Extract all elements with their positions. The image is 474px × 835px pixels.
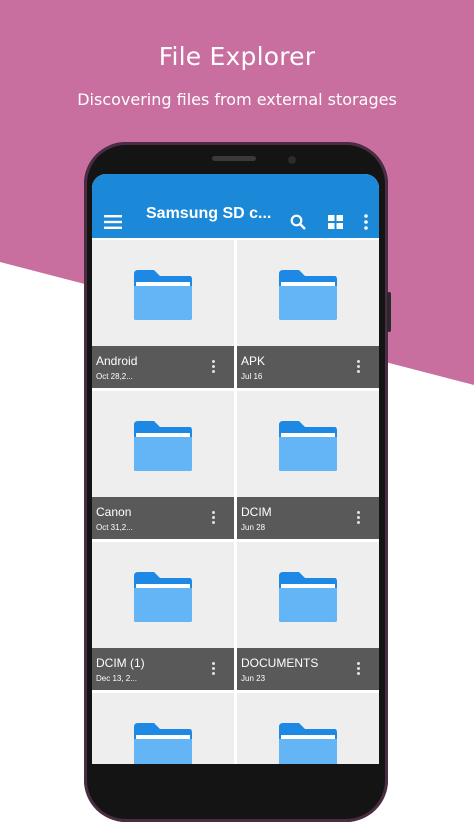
folder-icon: [134, 421, 192, 471]
folder-tile[interactable]: APK Jul 16: [237, 240, 379, 388]
folder-icon: [279, 572, 337, 622]
folder-tile[interactable]: [92, 693, 234, 764]
more-vert-icon[interactable]: [355, 360, 361, 376]
folder-tile[interactable]: Canon Oct 31,2...: [92, 391, 234, 539]
folder-tile[interactable]: Android Oct 28,2...: [92, 240, 234, 388]
more-vert-icon[interactable]: [210, 360, 216, 376]
page-subtitle: Discovering files from external storages: [77, 90, 397, 109]
phone-camera: [288, 156, 296, 164]
folder-date: Oct 31,2...: [96, 523, 133, 532]
folder-icon: [279, 723, 337, 764]
phone-frame: Samsung SD c... Android Oct 28,2... APK …: [84, 142, 391, 822]
folder-icon: [134, 270, 192, 320]
folder-date: Jun 23: [241, 674, 266, 683]
folder-tile[interactable]: [237, 693, 379, 764]
folder-tile[interactable]: DOCUMENTS Jun 23: [237, 542, 379, 690]
folder-tile[interactable]: DCIM (1) Dec 13, 2...: [92, 542, 234, 690]
file-grid: Android Oct 28,2... APK Jul 16 Canon Oct…: [92, 240, 379, 764]
folder-icon: [134, 723, 192, 764]
folder-name: DCIM: [241, 505, 272, 519]
folder-date: Jul 16: [241, 372, 263, 381]
folder-icon: [134, 572, 192, 622]
folder-name: DCIM (1): [96, 656, 145, 670]
folder-caption: DCIM (1) Dec 13, 2...: [92, 648, 234, 690]
folder-date: Dec 13, 2...: [96, 674, 137, 683]
phone-speaker: [212, 156, 256, 161]
folder-caption: DOCUMENTS Jun 23: [237, 648, 379, 690]
folder-icon: [279, 421, 337, 471]
folder-tile[interactable]: DCIM Jun 28: [237, 391, 379, 539]
folder-icon: [279, 270, 337, 320]
folder-caption: Android Oct 28,2...: [92, 346, 234, 388]
more-vert-icon[interactable]: [355, 511, 361, 527]
folder-name: DOCUMENTS: [241, 656, 319, 670]
folder-date: Oct 28,2...: [96, 372, 133, 381]
phone-screen: Samsung SD c... Android Oct 28,2... APK …: [92, 174, 379, 764]
page-title: File Explorer: [158, 42, 316, 71]
folder-caption: DCIM Jun 28: [237, 497, 379, 539]
more-vert-icon[interactable]: [355, 662, 361, 678]
folder-caption: Canon Oct 31,2...: [92, 497, 234, 539]
phone-side-button: [387, 292, 391, 332]
more-vert-icon[interactable]: [210, 662, 216, 678]
folder-name: Canon: [96, 505, 132, 519]
folder-caption: APK Jul 16: [237, 346, 379, 388]
more-vert-icon[interactable]: [210, 511, 216, 527]
folder-name: Android: [96, 354, 138, 368]
folder-name: APK: [241, 354, 266, 368]
app-bar: Samsung SD c...: [92, 174, 379, 238]
app-bar-title: Samsung SD c...: [146, 205, 272, 222]
folder-date: Jun 28: [241, 523, 266, 532]
